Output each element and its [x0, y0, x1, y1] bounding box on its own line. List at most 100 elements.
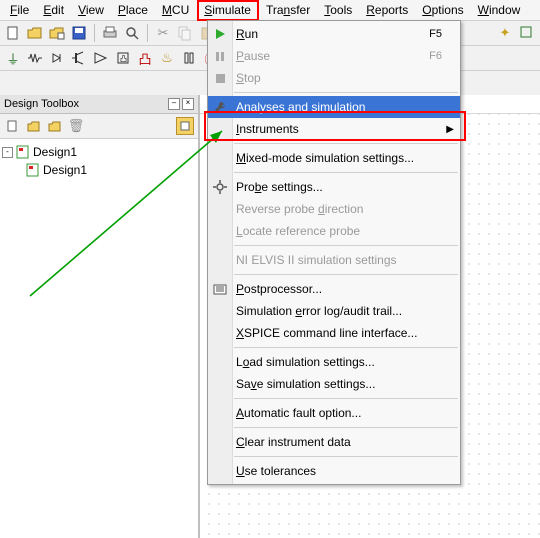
- misc-tool2-icon[interactable]: [518, 24, 536, 42]
- blank-icon: [212, 201, 228, 217]
- menu-item[interactable]: RunF5: [208, 23, 460, 45]
- menu-item-label: Postprocessor...: [236, 282, 442, 296]
- menu-item-label: Automatic fault option...: [236, 406, 442, 420]
- misc-tool-icon[interactable]: ✦: [496, 24, 514, 42]
- dt-refresh-icon[interactable]: [176, 117, 194, 135]
- blank-icon: [212, 376, 228, 392]
- menu-item-label: Use tolerances: [236, 464, 442, 478]
- dropdown-separator: [234, 92, 458, 93]
- menubar: File Edit View Place MCU Simulate Transf…: [0, 0, 540, 20]
- blank-icon: [212, 405, 228, 421]
- menu-item: Stop: [208, 67, 460, 89]
- menu-item-label: Analyses and simulation: [236, 100, 442, 114]
- new-file-icon[interactable]: [4, 24, 22, 42]
- preview-icon[interactable]: [123, 24, 141, 42]
- menu-item-label: Mixed-mode simulation settings...: [236, 151, 442, 165]
- menu-item-label: Clear instrument data: [236, 435, 442, 449]
- dropdown-separator: [234, 427, 458, 428]
- menu-item[interactable]: Mixed-mode simulation settings...: [208, 147, 460, 169]
- ic-icon[interactable]: 凸: [114, 49, 132, 67]
- transistor-icon[interactable]: [70, 49, 88, 67]
- menu-item[interactable]: Automatic fault option...: [208, 402, 460, 424]
- ground-icon[interactable]: ⏚: [4, 49, 22, 67]
- dt-delete-icon[interactable]: 🗑: [67, 117, 85, 135]
- blank-icon: [212, 463, 228, 479]
- save-icon[interactable]: [70, 24, 88, 42]
- menu-item-label: NI ELVIS II simulation settings: [236, 253, 442, 267]
- resistor-icon[interactable]: [26, 49, 44, 67]
- menu-mcu[interactable]: MCU: [156, 1, 195, 19]
- menu-transfer[interactable]: Transfer: [260, 1, 316, 19]
- menu-window[interactable]: Window: [472, 1, 527, 19]
- design-toolbox-header: Design Toolbox – ×: [0, 95, 198, 114]
- menu-edit[interactable]: Edit: [37, 1, 70, 19]
- menu-item-label: Pause: [236, 49, 429, 63]
- menu-view[interactable]: View: [72, 1, 110, 19]
- blank-icon: [212, 223, 228, 239]
- menu-item-shortcut: F6: [429, 50, 442, 62]
- menu-item[interactable]: Clear instrument data: [208, 431, 460, 453]
- menu-item[interactable]: XSPICE command line interface...: [208, 322, 460, 344]
- menu-item: NI ELVIS II simulation settings: [208, 249, 460, 271]
- open-folder-icon[interactable]: [26, 24, 44, 42]
- blank-icon: [212, 434, 228, 450]
- menu-item[interactable]: Probe settings...: [208, 176, 460, 198]
- svg-text:凸: 凸: [120, 55, 127, 63]
- cut-icon[interactable]: ✂: [154, 24, 172, 42]
- wrench-icon: [212, 99, 228, 115]
- dropdown-separator: [234, 172, 458, 173]
- menu-reports[interactable]: Reports: [360, 1, 414, 19]
- dropdown-separator: [234, 398, 458, 399]
- menu-item-label: Save simulation settings...: [236, 377, 442, 391]
- menu-item-shortcut: F5: [429, 28, 442, 40]
- blank-icon: [212, 121, 228, 137]
- menu-item[interactable]: Instruments▶: [208, 118, 460, 140]
- menu-item-label: Stop: [236, 71, 442, 85]
- menu-options[interactable]: Options: [416, 1, 469, 19]
- print-icon[interactable]: [101, 24, 119, 42]
- menu-item[interactable]: Use tolerances: [208, 460, 460, 482]
- menu-item[interactable]: Analyses and simulation: [208, 96, 460, 118]
- comp-icon[interactable]: 凸: [136, 49, 154, 67]
- expander-icon[interactable]: -: [2, 147, 13, 158]
- connector-icon[interactable]: [180, 49, 198, 67]
- diode-icon[interactable]: [48, 49, 66, 67]
- menu-place[interactable]: Place: [112, 1, 154, 19]
- menu-item[interactable]: Postprocessor...: [208, 278, 460, 300]
- dt-open2-icon[interactable]: [46, 117, 64, 135]
- dropdown-separator: [234, 245, 458, 246]
- dt-new-icon[interactable]: [4, 117, 22, 135]
- misc-icon[interactable]: ♨: [158, 49, 176, 67]
- panel-pin-icon[interactable]: –: [168, 98, 180, 110]
- dt-open-icon[interactable]: [25, 117, 43, 135]
- postproc-icon: [212, 281, 228, 297]
- panel-close-icon[interactable]: ×: [182, 98, 194, 110]
- menu-item-label: Simulation error log/audit trail...: [236, 304, 442, 318]
- menu-item[interactable]: Save simulation settings...: [208, 373, 460, 395]
- toolbar-separator: [94, 24, 95, 42]
- menu-simulate[interactable]: Simulate: [197, 0, 258, 20]
- open2-icon[interactable]: [48, 24, 66, 42]
- submenu-arrow-icon: ▶: [446, 124, 454, 135]
- menu-item-label: Locate reference probe: [236, 224, 442, 238]
- play-green-icon: [212, 26, 228, 42]
- design-tree[interactable]: - Design1 Design1: [0, 139, 198, 538]
- dropdown-separator: [234, 274, 458, 275]
- blank-icon: [212, 252, 228, 268]
- menu-item[interactable]: Simulation error log/audit trail...: [208, 300, 460, 322]
- menu-item[interactable]: Load simulation settings...: [208, 351, 460, 373]
- design-toolbox-panel: Design Toolbox – × 🗑 - Design1 Design1: [0, 95, 200, 538]
- opamp-icon[interactable]: [92, 49, 110, 67]
- pause-grey-icon: [212, 48, 228, 64]
- dropdown-separator: [234, 456, 458, 457]
- menu-item-label: Probe settings...: [236, 180, 442, 194]
- tree-row-design-root[interactable]: - Design1: [2, 143, 196, 161]
- tree-row-design-child[interactable]: Design1: [2, 161, 196, 179]
- blank-icon: [212, 303, 228, 319]
- copy-icon[interactable]: [176, 24, 194, 42]
- tree-label: Design1: [33, 145, 77, 159]
- tree-label: Design1: [43, 163, 87, 177]
- menu-file[interactable]: File: [4, 1, 35, 19]
- menu-tools[interactable]: Tools: [318, 1, 358, 19]
- blank-icon: [212, 150, 228, 166]
